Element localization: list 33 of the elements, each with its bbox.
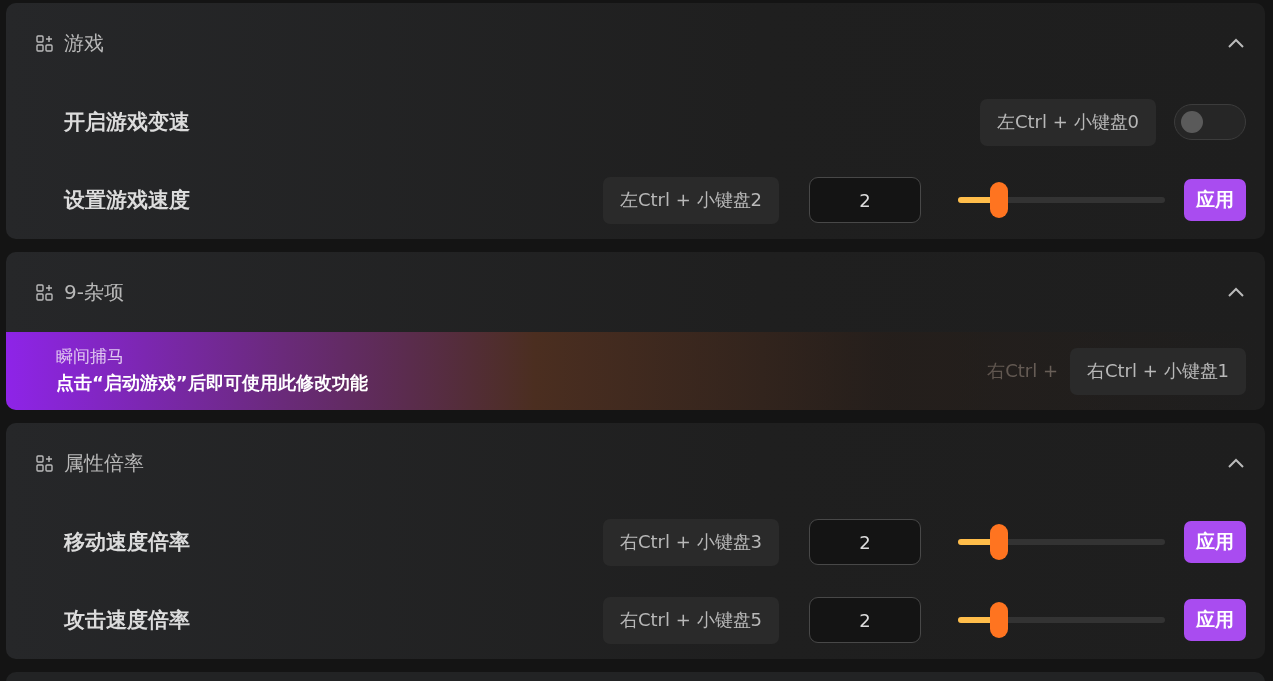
speed-slider[interactable] (958, 524, 1165, 560)
chevron-up-icon[interactable] (1228, 458, 1244, 468)
setting-label: 开启游戏变速 (64, 109, 191, 136)
value-field[interactable]: 2 (809, 177, 921, 223)
setting-label: 攻击速度倍率 (64, 607, 191, 634)
setting-label: 设置游戏速度 (64, 187, 191, 214)
chevron-up-icon[interactable] (1228, 38, 1244, 48)
apply-button[interactable]: 应用 (1184, 179, 1246, 221)
apps-add-icon (36, 283, 53, 301)
speed-slider[interactable] (958, 602, 1165, 638)
chevron-up-icon[interactable] (1228, 287, 1244, 297)
faded-text: 右Ctrl + (987, 359, 1058, 383)
slider-thumb[interactable] (990, 602, 1009, 638)
apps-add-icon (36, 454, 53, 472)
apps-add-icon (36, 34, 53, 52)
slider-thumb[interactable] (990, 182, 1009, 218)
slider-thumb[interactable] (990, 524, 1009, 560)
toast-title: 瞬间捕马 (56, 345, 125, 368)
apply-button[interactable]: 应用 (1184, 521, 1246, 563)
shortcut-button[interactable]: 右Ctrl + 小键盘1 (1070, 347, 1246, 395)
value-field[interactable]: 2 (809, 519, 921, 565)
shortcut-button[interactable]: 右Ctrl + 小键盘5 (603, 596, 779, 644)
shortcut-button[interactable]: 左Ctrl + 小键盘2 (603, 176, 779, 224)
toggle-switch[interactable] (1174, 104, 1246, 140)
value-field[interactable]: 2 (809, 597, 921, 643)
speed-slider[interactable] (958, 182, 1165, 218)
section-title: 属性倍率 (64, 449, 145, 477)
setting-label: 移动速度倍率 (64, 529, 191, 556)
section-title: 游戏 (64, 29, 105, 57)
shortcut-button[interactable]: 左Ctrl + 小键盘0 (980, 98, 1156, 146)
apply-button[interactable]: 应用 (1184, 599, 1246, 641)
shortcut-button[interactable]: 右Ctrl + 小键盘3 (603, 518, 779, 566)
section-title: 9-杂项 (64, 278, 125, 306)
